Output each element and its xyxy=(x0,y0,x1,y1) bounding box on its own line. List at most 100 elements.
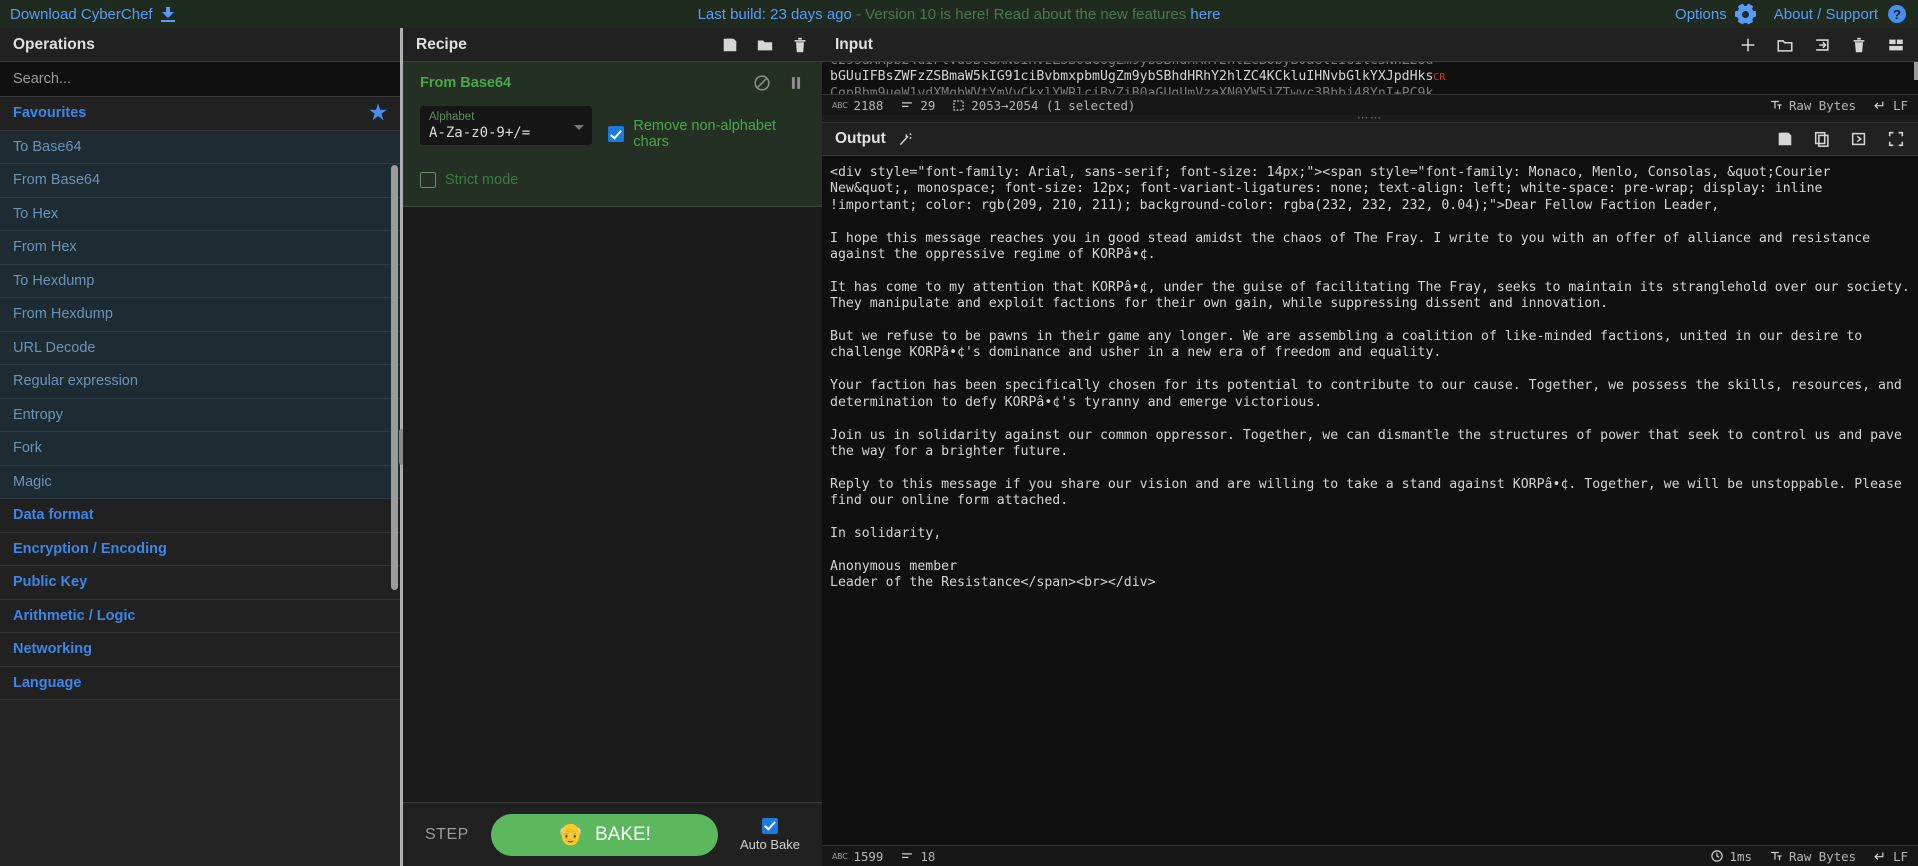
output-encoding[interactable]: Raw Bytes xyxy=(1769,849,1856,864)
banner-mid-text: - Version 10 is here! Read about the new… xyxy=(851,5,1191,23)
lines-icon xyxy=(902,102,913,107)
layout-icon[interactable] xyxy=(1887,36,1905,54)
operation-item[interactable]: Fork xyxy=(0,432,400,466)
folder-icon[interactable] xyxy=(1776,36,1794,54)
recipe-args: Alphabet A-Za-z0-9+/= Remove non-alphabe… xyxy=(420,106,805,150)
chef-icon: 👴 xyxy=(557,823,584,846)
strict-mode-checkbox[interactable] xyxy=(420,172,436,188)
abc-icon: ABC xyxy=(832,851,848,861)
ops-category[interactable]: Data format xyxy=(0,499,400,533)
folder-icon[interactable] xyxy=(756,36,774,54)
auto-bake-control[interactable]: Auto Bake xyxy=(740,817,800,852)
add-tab-icon[interactable] xyxy=(1739,36,1757,54)
strict-mode-checkbox-row[interactable]: Strict mode xyxy=(420,172,805,188)
operations-list: Favourites ★ To Base64 From Base64 To Hex F… xyxy=(0,97,400,866)
last-build-link[interactable]: Last build: 23 days ago xyxy=(698,6,852,23)
io-splitter[interactable]: ⋯⋯ xyxy=(822,113,1918,124)
save-icon[interactable] xyxy=(1776,130,1794,148)
save-icon[interactable] xyxy=(721,36,739,54)
main-area: Operations Favourites ★ To Base64From Ba… xyxy=(0,28,1918,866)
output-status-right: 1ms Raw Bytes LF xyxy=(1710,849,1908,864)
input-textarea[interactable]: c29sdXRpb24uIFlvdSBtdXN0IHVzZSB0aGUgZm9y… xyxy=(822,62,1918,94)
ops-category[interactable]: Public Key xyxy=(0,566,400,600)
operation-item[interactable]: URL Decode xyxy=(0,331,400,365)
download-icon xyxy=(160,6,175,22)
input-line-ending-value: LF xyxy=(1893,97,1908,113)
ops-category-favourites[interactable]: Favourites ★ xyxy=(0,97,400,131)
recipe-operation-title: From Base64 xyxy=(420,75,512,91)
new-features-here-link[interactable]: here xyxy=(1190,6,1220,23)
search-input[interactable] xyxy=(0,62,400,96)
maximise-icon[interactable] xyxy=(1887,130,1905,148)
output-length-value: 1599 xyxy=(853,848,884,864)
input-scrollbar[interactable] xyxy=(1914,62,1918,80)
input-line: bGUuIFBsZWFzZSBmaW5kIG91ciBvbmxpbmUgZm9y… xyxy=(830,69,1446,84)
download-cyberchef-label: Download CyberChef xyxy=(10,5,153,23)
output-title: Output xyxy=(835,130,886,147)
replace-input-icon[interactable] xyxy=(1850,130,1868,148)
ops-category[interactable]: Networking xyxy=(0,633,400,667)
clock-icon xyxy=(1710,850,1723,862)
bake-button[interactable]: 👴 BAKE! xyxy=(490,813,718,856)
operation-item[interactable]: Regular expression xyxy=(0,365,400,399)
disable-icon[interactable] xyxy=(753,74,771,92)
output-bake-time: 1ms xyxy=(1710,849,1752,864)
operations-panel: Operations Favourites ★ To Base64From Ba… xyxy=(0,28,400,866)
alphabet-select[interactable]: Alphabet A-Za-z0-9+/= xyxy=(420,106,593,145)
input-length-value: 2188 xyxy=(853,97,884,113)
operation-item[interactable]: Entropy xyxy=(0,398,400,432)
star-icon[interactable]: ★ xyxy=(369,103,387,123)
output-encoding-value: Raw Bytes xyxy=(1788,848,1857,864)
auto-bake-label: Auto Bake xyxy=(740,836,800,852)
import-icon[interactable] xyxy=(1813,36,1831,54)
trash-icon[interactable] xyxy=(1850,36,1868,54)
download-cyberchef-link[interactable]: Download CyberChef xyxy=(0,6,175,23)
operation-item[interactable]: To Base64 xyxy=(0,130,400,164)
gear-icon[interactable] xyxy=(1734,3,1756,25)
recipe-title: Recipe xyxy=(416,35,467,53)
input-title: Input xyxy=(835,35,873,53)
alphabet-value: A-Za-z0-9+/= xyxy=(429,125,531,141)
recipe-header: Recipe xyxy=(403,28,822,62)
input-length: ABC 2188 xyxy=(832,98,883,113)
ops-category[interactable]: Arithmetic / Logic xyxy=(0,599,400,633)
recipe-operation-from-base64[interactable]: From Base64 Alphabet A-Za-z0-9+/= Remove… xyxy=(403,62,822,207)
operations-scrollbar[interactable] xyxy=(391,165,398,590)
output-bake-time-value: 1ms xyxy=(1729,848,1752,864)
trash-icon[interactable] xyxy=(791,36,809,54)
output-status-bar: ABC 1599 18 1ms Raw Bytes LF xyxy=(822,845,1918,866)
options-button[interactable]: Options xyxy=(1675,6,1727,23)
operation-item[interactable]: To Hex xyxy=(0,197,400,231)
alphabet-label: Alphabet xyxy=(429,111,475,123)
remove-non-alphabet-checkbox-row[interactable]: Remove non-alphabet chars xyxy=(608,118,805,150)
operation-item[interactable]: Magic xyxy=(0,465,400,499)
about-support-button[interactable]: About / Support xyxy=(1774,6,1878,23)
copy-icon[interactable] xyxy=(1813,130,1831,148)
input-encoding-value: Raw Bytes xyxy=(1788,97,1857,113)
enter-icon xyxy=(1874,101,1884,109)
input-encoding[interactable]: Raw Bytes xyxy=(1769,98,1856,113)
recipe-header-icons xyxy=(721,36,809,54)
ops-category[interactable]: Encryption / Encoding xyxy=(0,532,400,566)
auto-bake-checkbox[interactable] xyxy=(762,817,778,834)
lines-icon xyxy=(902,853,913,858)
bake-button-label: BAKE! xyxy=(594,823,651,845)
question-circle-icon[interactable]: ? xyxy=(1888,5,1906,23)
input-selection: 2053→2054 (1 selected) xyxy=(952,98,1135,113)
operation-item[interactable]: From Hex xyxy=(0,231,400,265)
step-button[interactable]: STEP xyxy=(425,826,469,844)
input-line-ending[interactable]: LF xyxy=(1873,98,1908,113)
output-textarea[interactable]: <div style="font-family: Arial, sans-ser… xyxy=(822,156,1918,845)
operation-item[interactable]: From Base64 xyxy=(0,164,400,198)
operation-item[interactable]: From Hexdump xyxy=(0,298,400,332)
ops-category[interactable]: Language xyxy=(0,666,400,700)
ops-category-label: Favourites xyxy=(13,105,87,122)
pause-icon[interactable] xyxy=(787,74,805,92)
recipe-body[interactable]: From Base64 Alphabet A-Za-z0-9+/= Remove… xyxy=(403,62,822,802)
magic-wand-icon[interactable] xyxy=(897,131,914,148)
output-line-ending[interactable]: LF xyxy=(1873,849,1908,864)
operation-item[interactable]: To Hexdump xyxy=(0,264,400,298)
remove-non-alphabet-checkbox[interactable] xyxy=(608,126,625,142)
input-selection-value: 2053→2054 (1 selected) xyxy=(971,97,1136,113)
chevron-down-icon[interactable] xyxy=(574,125,585,130)
